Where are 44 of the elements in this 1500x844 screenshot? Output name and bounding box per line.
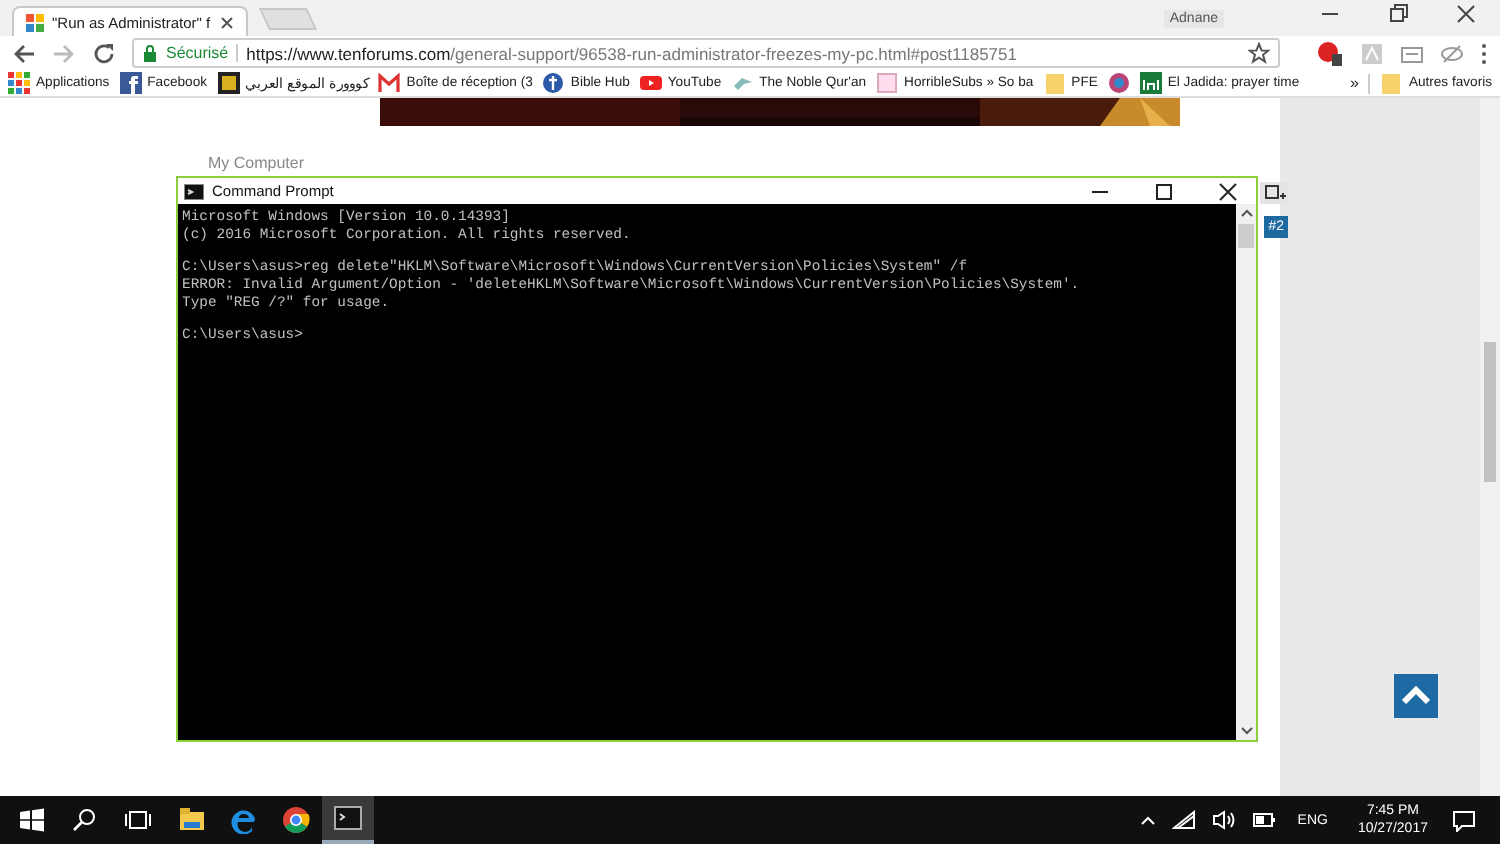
address-bar[interactable]: Sécurisé https://www.tenforums.com/general-support/96538-run-administrator-freezes-my-pc.html#post1185751 <box>132 38 1280 68</box>
section-label[interactable]: My Computer <box>208 154 305 172</box>
url-text: https://www.tenforums.com/general-support/96538-run-administrator-freezes-my-pc.html#post1185751 <box>246 43 1017 63</box>
scrollbar[interactable] <box>1480 98 1500 796</box>
close-icon[interactable] <box>1218 181 1238 201</box>
scrollbar-thumb[interactable] <box>1484 342 1496 482</box>
maximize-icon[interactable] <box>1154 181 1174 201</box>
close-icon[interactable] <box>1456 4 1476 24</box>
folder-icon <box>1043 72 1066 94</box>
overflow-button[interactable]: » <box>1349 74 1359 92</box>
search-icon[interactable] <box>72 808 96 832</box>
scroll-down-icon[interactable] <box>1239 724 1253 736</box>
taskbar-app[interactable] <box>322 796 374 844</box>
console-icon <box>184 183 204 199</box>
battery-icon[interactable] <box>1251 810 1276 830</box>
notifications-icon[interactable] <box>1452 809 1476 831</box>
secure-label: Sécurisé <box>166 44 239 62</box>
restore-icon[interactable] <box>1388 4 1408 24</box>
folder-icon <box>178 806 206 834</box>
scroll-up-icon[interactable] <box>1239 208 1253 220</box>
scrollbar-thumb[interactable] <box>1238 224 1254 248</box>
back-icon[interactable] <box>12 41 36 65</box>
favicon-icon <box>876 72 899 94</box>
chevron-up-icon[interactable] <box>1139 814 1156 826</box>
chrome-icon <box>282 806 310 834</box>
console-icon <box>334 804 362 832</box>
scroll-to-top-button[interactable] <box>1394 674 1438 718</box>
network-icon[interactable] <box>1171 810 1196 830</box>
apps-icon <box>8 72 30 94</box>
extension-icon[interactable] <box>1316 40 1344 66</box>
start-button[interactable] <box>20 808 44 832</box>
lock-icon <box>142 43 158 63</box>
favicon-icon <box>26 13 44 31</box>
close-icon[interactable] <box>220 15 234 29</box>
favicon-icon <box>378 72 401 94</box>
reload-icon[interactable] <box>92 41 116 65</box>
favicon-icon <box>217 72 240 94</box>
star-icon[interactable] <box>1248 42 1270 64</box>
folder-icon <box>1380 72 1403 94</box>
favicon-icon[interactable] <box>1107 72 1130 94</box>
menu-icon[interactable] <box>1480 41 1488 65</box>
volume-icon[interactable] <box>1211 810 1236 830</box>
task-view-icon[interactable] <box>124 808 152 832</box>
edge-icon <box>230 806 258 834</box>
